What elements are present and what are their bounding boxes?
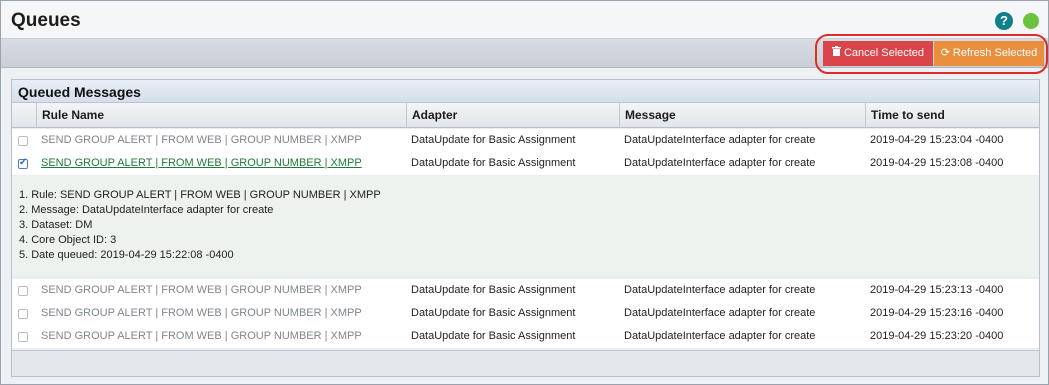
page-title: Queues [11, 10, 81, 31]
time-to-send: 2019-04-29 15:23:20 -0400 [870, 330, 1004, 342]
column-header-message[interactable]: Message [619, 103, 865, 128]
adapter-name: DataUpdate for Basic Assignment [411, 157, 576, 169]
trash-icon [831, 41, 841, 66]
cancel-selected-button[interactable]: Cancel Selected [823, 41, 933, 66]
message-text: DataUpdateInterface adapter for create [624, 157, 816, 169]
table-row[interactable]: SEND GROUP ALERT | FROM WEB | GROUP NUMB… [12, 279, 1039, 302]
refresh-icon: ⟳ [940, 47, 950, 59]
detail-core-object-id: 4. Core Object ID: 3 [19, 234, 117, 246]
column-header-rule[interactable]: Rule Name [36, 103, 406, 128]
table-footer [12, 350, 1039, 376]
table-row[interactable]: SEND GROUP ALERT | FROM WEB | GROUP NUMB… [12, 302, 1039, 325]
table-header: Rule Name Adapter Message Time to send [12, 103, 1039, 128]
page-header: Queues ? [1, 1, 1048, 39]
message-text: DataUpdateInterface adapter for create [624, 134, 816, 146]
row-checkbox[interactable] [18, 332, 28, 342]
adapter-name: DataUpdate for Basic Assignment [411, 134, 576, 146]
select-column-header [12, 103, 36, 128]
message-text: DataUpdateInterface adapter for create [624, 330, 816, 342]
rule-name[interactable]: SEND GROUP ALERT | FROM WEB | GROUP NUMB… [36, 302, 406, 325]
column-header-adapter[interactable]: Adapter [406, 103, 619, 128]
question-circle-icon[interactable]: ? [995, 12, 1013, 30]
row-checkbox[interactable] [18, 157, 28, 169]
queued-messages-panel: Queued Messages Rule Name Adapter Messag… [11, 79, 1040, 377]
table-row[interactable]: SEND GROUP ALERT | FROM WEB | GROUP NUMB… [12, 152, 1039, 175]
row-checkbox[interactable] [18, 309, 28, 319]
table-row[interactable]: SEND GROUP ALERT | FROM WEB | GROUP NUMB… [12, 129, 1039, 152]
time-to-send: 2019-04-29 15:23:04 -0400 [870, 134, 1004, 146]
app-window: Queues ? Cancel Selected ⟳ Refresh Select… [0, 0, 1049, 385]
rule-name[interactable]: SEND GROUP ALERT | FROM WEB | GROUP NUMB… [36, 152, 406, 175]
detail-rule: 1. Rule: SEND GROUP ALERT | FROM WEB | G… [19, 189, 381, 201]
row-checkbox[interactable] [18, 136, 28, 146]
adapter-name: DataUpdate for Basic Assignment [411, 330, 576, 342]
detail-message: 2. Message: DataUpdateInterface adapter … [19, 204, 274, 216]
panel-title: Queued Messages [18, 84, 141, 100]
panel-title-bar: Queued Messages [12, 80, 1039, 103]
cancel-selected-label: Cancel Selected [843, 47, 925, 59]
rule-name[interactable]: SEND GROUP ALERT | FROM WEB | GROUP NUMB… [36, 279, 406, 302]
time-to-send: 2019-04-29 15:23:13 -0400 [870, 284, 1004, 296]
column-header-time[interactable]: Time to send [865, 103, 1039, 128]
adapter-name: DataUpdate for Basic Assignment [411, 284, 576, 296]
refresh-selected-button[interactable]: ⟳ Refresh Selected [934, 41, 1044, 66]
status-dot-icon [1023, 13, 1039, 29]
row-checkbox[interactable] [18, 286, 28, 296]
time-to-send: 2019-04-29 15:23:08 -0400 [870, 157, 1004, 169]
details-list: 1. Rule: SEND GROUP ALERT | FROM WEB | G… [19, 188, 381, 263]
adapter-name: DataUpdate for Basic Assignment [411, 307, 576, 319]
detail-date-queued: 5. Date queued: 2019-04-29 15:22:08 -040… [19, 249, 234, 261]
row-details: 1. Rule: SEND GROUP ALERT | FROM WEB | G… [12, 176, 1039, 276]
table-row[interactable]: SEND GROUP ALERT | FROM WEB | GROUP NUMB… [12, 325, 1039, 348]
refresh-selected-label: Refresh Selected [952, 47, 1038, 59]
time-to-send: 2019-04-29 15:23:16 -0400 [870, 307, 1004, 319]
rule-name[interactable]: SEND GROUP ALERT | FROM WEB | GROUP NUMB… [36, 129, 406, 152]
rule-name[interactable]: SEND GROUP ALERT | FROM WEB | GROUP NUMB… [36, 325, 406, 348]
message-text: DataUpdateInterface adapter for create [624, 284, 816, 296]
message-text: DataUpdateInterface adapter for create [624, 307, 816, 319]
detail-dataset: 3. Dataset: DM [19, 219, 93, 231]
